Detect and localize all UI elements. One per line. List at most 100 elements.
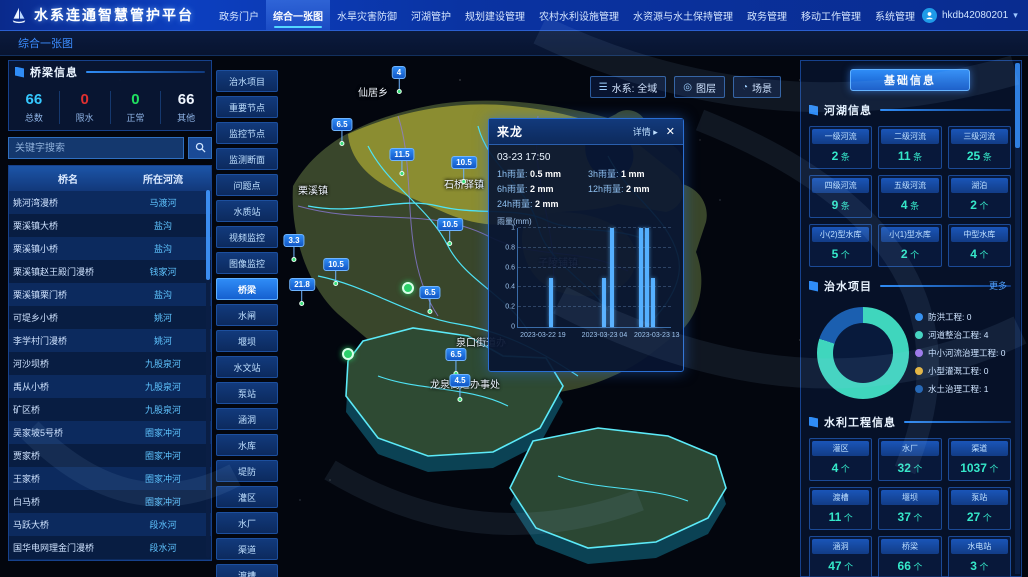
popup-detail-link[interactable]: 详情 ▸ <box>633 125 658 138</box>
table-row[interactable]: 栗溪镇栗门桥盐沟 <box>9 283 211 306</box>
layer-item-视频监控[interactable]: 视频监控 <box>216 226 278 248</box>
eng-cell-渠道[interactable]: 渠道1037 个 <box>948 438 1011 481</box>
table-row[interactable]: 可堤乡小桥姚河 <box>9 306 211 329</box>
river-cell-二级河流[interactable]: 二级河流11 条 <box>878 126 941 169</box>
river-cell-四级河流[interactable]: 四级河流9 条 <box>809 175 872 218</box>
layer-item-灌区[interactable]: 灌区 <box>216 486 278 508</box>
river-cell-湖泊[interactable]: 湖泊2 个 <box>948 175 1011 218</box>
nav-item-综合一张图[interactable]: 综合一张图 <box>266 0 330 30</box>
river-cell-小(1)型水库[interactable]: 小(1)型水库2 个 <box>878 224 941 267</box>
layer-item-重要节点[interactable]: 重要节点 <box>216 96 278 118</box>
table-row[interactable]: 白马桥圈家冲河 <box>9 490 211 513</box>
river-cell-中型水库[interactable]: 中型水库4 个 <box>948 224 1011 267</box>
layer-item-图像监控[interactable]: 图像监控 <box>216 252 278 274</box>
close-icon[interactable]: ✕ <box>666 125 675 138</box>
eng-cell-涵洞[interactable]: 涵洞47 个 <box>809 536 872 577</box>
eng-cell-堰坝[interactable]: 堰坝37 个 <box>878 487 941 530</box>
user-menu[interactable]: hkdb42080201 ▾ <box>922 8 1028 23</box>
table-scrollbar-thumb[interactable] <box>206 190 210 280</box>
eng-cell-水厂[interactable]: 水厂32 个 <box>878 438 941 481</box>
nav-item-政务管理[interactable]: 政务管理 <box>740 0 794 30</box>
table-row[interactable]: 象租乡板桥段水河 <box>9 559 211 561</box>
station-marker[interactable]: 10.5 <box>437 218 463 246</box>
green-station-marker[interactable] <box>402 282 414 294</box>
layer-item-水闸[interactable]: 水闸 <box>216 304 278 326</box>
river-cell-三级河流[interactable]: 三级河流25 条 <box>948 126 1011 169</box>
eng-cell-水电站[interactable]: 水电站3 个 <box>948 536 1011 577</box>
project-more-link[interactable]: 更多 <box>989 279 1007 292</box>
table-row[interactable]: 姚河湾漫桥马渡河 <box>9 191 211 214</box>
map-control-水系: 全域[interactable]: ☰水系: 全域 <box>590 76 667 98</box>
nav-item-系统管理[interactable]: 系统管理 <box>868 0 922 30</box>
eng-cell-泵站[interactable]: 泵站27 个 <box>948 487 1011 530</box>
table-row[interactable]: 禹从小桥九股泉河 <box>9 375 211 398</box>
table-row[interactable]: 河沙坝桥九股泉河 <box>9 352 211 375</box>
layer-item-泵站[interactable]: 泵站 <box>216 382 278 404</box>
station-marker[interactable]: 10.5 <box>323 258 349 286</box>
table-row[interactable]: 李学村门漫桥姚河 <box>9 329 211 352</box>
station-marker[interactable]: 4.5 <box>449 374 470 402</box>
search-input[interactable] <box>8 137 184 159</box>
river-cell-五级河流[interactable]: 五级河流4 条 <box>878 175 941 218</box>
station-marker[interactable]: 3.3 <box>283 234 304 262</box>
nav-item-农村水利设施管理[interactable]: 农村水利设施管理 <box>532 0 626 30</box>
eng-cell-渡槽[interactable]: 渡槽11 个 <box>809 487 872 530</box>
station-marker[interactable]: 11.5 <box>389 148 414 176</box>
table-row[interactable]: 马跃大桥段水河 <box>9 513 211 536</box>
layer-item-堰坝[interactable]: 堰坝 <box>216 330 278 352</box>
eng-cell-桥梁[interactable]: 桥梁66 个 <box>878 536 941 577</box>
nav-item-水资源与水土保持管理[interactable]: 水资源与水土保持管理 <box>626 0 740 30</box>
project-donut-wrap: 防洪工程: 0河道整治工程: 4中小河流治理工程: 0小型灌溉工程: 0水土治理… <box>809 303 1011 403</box>
table-row[interactable]: 栗溪镇小桥盐沟 <box>9 237 211 260</box>
map-control-图层[interactable]: ◎图层 <box>674 76 725 98</box>
station-marker[interactable]: 21.8 <box>289 278 315 306</box>
stat-value: 0 <box>111 91 161 108</box>
layer-item-问题点[interactable]: 问题点 <box>216 174 278 196</box>
green-station-marker[interactable] <box>342 348 354 360</box>
breadcrumb[interactable]: 综合一张图 <box>18 35 73 51</box>
right-panel-scrollbar-thumb[interactable] <box>1015 63 1020 148</box>
layer-item-监测断面[interactable]: 监测断面 <box>216 148 278 170</box>
station-marker[interactable]: 6.5 <box>331 118 352 146</box>
nav-menu: 政务门户综合一张图水旱灾害防御河湖管护规划建设管理农村水利设施管理水资源与水土保… <box>212 0 922 30</box>
nav-item-水旱灾害防御[interactable]: 水旱灾害防御 <box>330 0 404 30</box>
layer-item-水厂[interactable]: 水厂 <box>216 512 278 534</box>
cell-label: 四级河流 <box>812 178 869 193</box>
metric-label: 3h雨量: <box>588 169 621 179</box>
nav-item-规划建设管理[interactable]: 规划建设管理 <box>458 0 532 30</box>
eng-cell-灌区[interactable]: 灌区4 个 <box>809 438 872 481</box>
table-row[interactable]: 国华电网理金门漫桥段水河 <box>9 536 211 559</box>
layer-item-水库[interactable]: 水库 <box>216 434 278 456</box>
layer-item-渠道[interactable]: 渠道 <box>216 538 278 560</box>
station-marker[interactable]: 6.5 <box>445 348 466 376</box>
table-row[interactable]: 栗溪镇赵王殿门漫桥钱家河 <box>9 260 211 283</box>
nav-item-移动工作管理[interactable]: 移动工作管理 <box>794 0 868 30</box>
basic-info-button[interactable]: 基础信息 <box>850 69 970 91</box>
cell-unit: 个 <box>911 464 923 474</box>
layer-item-涵洞[interactable]: 涵洞 <box>216 408 278 430</box>
river-cell-小(2)型水库[interactable]: 小(2)型水库5 个 <box>809 224 872 267</box>
layer-item-监控节点[interactable]: 监控节点 <box>216 122 278 144</box>
table-row[interactable]: 矿区桥九股泉河 <box>9 398 211 421</box>
layer-item-渡槽[interactable]: 渡槽 <box>216 564 278 577</box>
map-control-场景[interactable]: ◔场景 <box>733 76 781 98</box>
table-row[interactable]: 贾家桥圈家冲河 <box>9 444 211 467</box>
river-cell-一级河流[interactable]: 一级河流2 条 <box>809 126 872 169</box>
layer-item-治水项目[interactable]: 治水项目 <box>216 70 278 92</box>
table-row[interactable]: 王家桥圈家冲河 <box>9 467 211 490</box>
nav-item-河湖管护[interactable]: 河湖管护 <box>404 0 458 30</box>
search-button[interactable] <box>188 137 212 159</box>
layer-item-桥梁[interactable]: 桥梁 <box>216 278 278 300</box>
table-row[interactable]: 吴家坡5号桥圈家冲河 <box>9 421 211 444</box>
layer-item-堤防[interactable]: 堤防 <box>216 460 278 482</box>
station-marker[interactable]: 6.5 <box>419 286 440 314</box>
station-marker[interactable]: 4 <box>392 66 406 94</box>
table-row[interactable]: 栗溪镇大桥盐沟 <box>9 214 211 237</box>
map-canvas[interactable]: 仙居乡栗溪镇石桥驿镇子陵铺镇泉口街道办龙泉街道办事处 46.511.510.51… <box>278 56 795 577</box>
station-marker[interactable]: 10.5 <box>451 156 477 184</box>
layer-item-水质站[interactable]: 水质站 <box>216 200 278 222</box>
layer-item-水文站[interactable]: 水文站 <box>216 356 278 378</box>
cell-label: 水电站 <box>951 539 1008 554</box>
river-name-cell: 段水河 <box>127 559 199 561</box>
nav-item-政务门户[interactable]: 政务门户 <box>212 0 266 30</box>
